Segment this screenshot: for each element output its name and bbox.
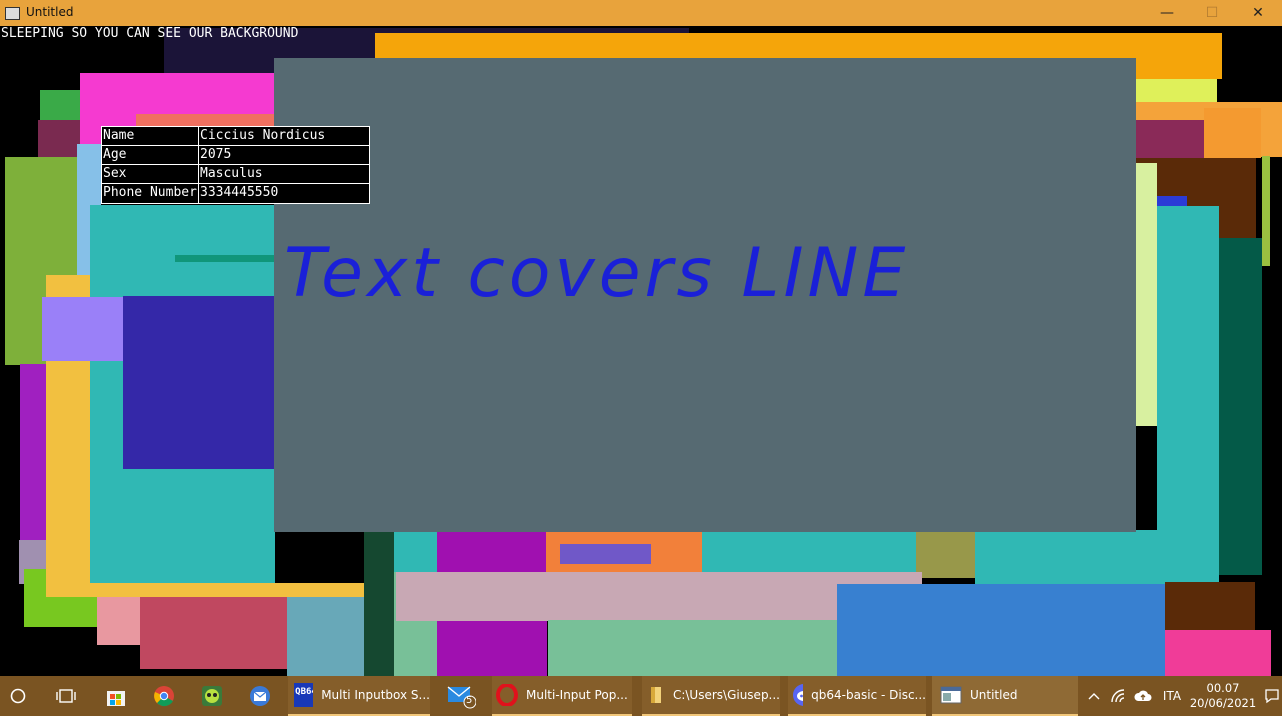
bg-rect <box>1135 163 1157 426</box>
clock-date: 20/06/2021 <box>1189 696 1257 710</box>
close-button[interactable]: ✕ <box>1235 0 1281 26</box>
bg-rect <box>837 584 1165 676</box>
clock-time: 00.07 <box>1206 681 1240 695</box>
row-value: Masculus <box>200 166 263 181</box>
taskbar: QB64 Multi Inputbox S... 5 Multi-Input P… <box>0 676 1282 716</box>
bg-rect <box>916 530 975 578</box>
title-bar[interactable]: Untitled — ☐ ✕ <box>0 0 1282 26</box>
table-row: Age 2075 <box>102 146 369 165</box>
taskbar-app-label: C:\Users\Giusep... <box>672 688 780 702</box>
chevron-up-icon <box>1088 693 1100 700</box>
bg-rect <box>1135 120 1204 158</box>
row-value: 2075 <box>200 147 232 162</box>
store-bag-icon <box>107 691 125 706</box>
row-label: Phone Number <box>103 185 197 200</box>
taskbar-app-untitled[interactable]: Untitled <box>932 676 1078 716</box>
folder-icon <box>651 687 661 703</box>
table-row: Phone Number 3334445550 <box>102 184 369 203</box>
notifications-button[interactable] <box>1262 676 1282 716</box>
search-button[interactable] <box>0 676 36 716</box>
cloud-upload-icon <box>1134 690 1152 701</box>
store-button[interactable] <box>98 676 134 716</box>
table-row: Sex Masculus <box>102 165 369 184</box>
chrome-icon <box>154 686 174 707</box>
alien-app-icon <box>202 686 222 706</box>
row-label: Name <box>103 128 135 143</box>
bg-rect <box>97 597 142 645</box>
app-button[interactable] <box>194 676 230 716</box>
window-icon <box>940 686 962 704</box>
clock[interactable]: 00.07 20/06/2021 <box>1190 676 1256 716</box>
bg-rect <box>1219 238 1262 575</box>
taskbar-app-qb64[interactable]: QB64 Multi Inputbox S... <box>288 676 430 716</box>
mail-badge: 5 <box>466 695 473 706</box>
task-view-button[interactable] <box>48 676 84 716</box>
handwriting-text: Text covers LINE <box>284 234 909 313</box>
notification-icon <box>1265 689 1279 704</box>
minimize-button[interactable]: — <box>1144 0 1190 26</box>
language-label: ITA <box>1162 689 1182 703</box>
show-hidden-icons-button[interactable] <box>1084 676 1104 716</box>
onedrive-button[interactable] <box>1132 676 1154 716</box>
bg-rect <box>702 530 917 574</box>
row-label: Sex <box>103 166 127 181</box>
bg-rect <box>560 544 651 564</box>
row-value: Ciccius Nordicus <box>200 128 326 143</box>
taskbar-app-explorer[interactable]: C:\Users\Giusep... <box>642 676 780 716</box>
taskbar-app-discord[interactable]: qb64-basic - Disc... <box>788 676 926 716</box>
bg-rect <box>287 597 365 676</box>
mail-button[interactable]: 5 <box>442 676 480 716</box>
info-table: Name Ciccius Nordicus Age 2075 Sex Mascu… <box>101 126 370 204</box>
bg-line <box>175 255 275 262</box>
bg-rect <box>364 530 394 676</box>
task-view-icon <box>56 689 76 703</box>
bg-rect <box>20 364 48 540</box>
network-button[interactable] <box>1108 676 1130 716</box>
mail-app-icon <box>250 686 270 706</box>
svg-text:QB64: QB64 <box>295 687 313 697</box>
bg-rect <box>42 297 123 361</box>
bg-rect <box>38 120 80 160</box>
row-value: 3334445550 <box>200 185 279 200</box>
opera-icon <box>496 684 518 706</box>
sleep-message: SLEEPING SO YOU CAN SEE OUR BACKGROUND <box>1 26 299 41</box>
discord-icon <box>793 684 804 706</box>
table-row: Name Ciccius Nordicus <box>102 127 369 146</box>
bg-rect <box>46 583 366 597</box>
bg-rect <box>1165 630 1271 676</box>
handwriting-overlay: Text covers LINE <box>284 234 909 313</box>
taskbar-app-opera[interactable]: Multi-Input Pop... <box>492 676 632 716</box>
bg-rect <box>1262 156 1270 266</box>
bg-rect <box>40 90 80 120</box>
table-divider <box>198 127 199 203</box>
taskbar-app-label: Multi Inputbox S... <box>321 688 430 702</box>
row-label: Age <box>103 147 127 162</box>
program-canvas[interactable]: Text covers LINE SLEEPING SO YOU CAN SEE… <box>0 26 1282 676</box>
bg-rect <box>140 597 290 669</box>
taskbar-app-label: Untitled <box>970 688 1018 702</box>
wifi-icon <box>1111 689 1125 703</box>
window-title: Untitled <box>26 5 74 19</box>
bg-rect <box>1135 79 1217 104</box>
bg-rect <box>1157 206 1219 584</box>
window-app-icon <box>5 7 20 20</box>
chrome-button[interactable] <box>146 676 182 716</box>
taskbar-app-label: Multi-Input Pop... <box>526 688 628 702</box>
bg-rect <box>548 620 838 676</box>
qb64-icon: QB64 <box>294 683 314 707</box>
bg-rect <box>1204 108 1261 158</box>
bg-rect <box>1165 582 1255 632</box>
bg-rect <box>975 530 1158 584</box>
maximize-button[interactable]: ☐ <box>1189 0 1235 26</box>
cortana-circle-icon <box>10 688 26 704</box>
outlook-button[interactable] <box>242 676 278 716</box>
language-indicator[interactable]: ITA <box>1160 676 1184 716</box>
taskbar-app-label: qb64-basic - Disc... <box>811 688 926 702</box>
bg-rect <box>123 296 275 469</box>
